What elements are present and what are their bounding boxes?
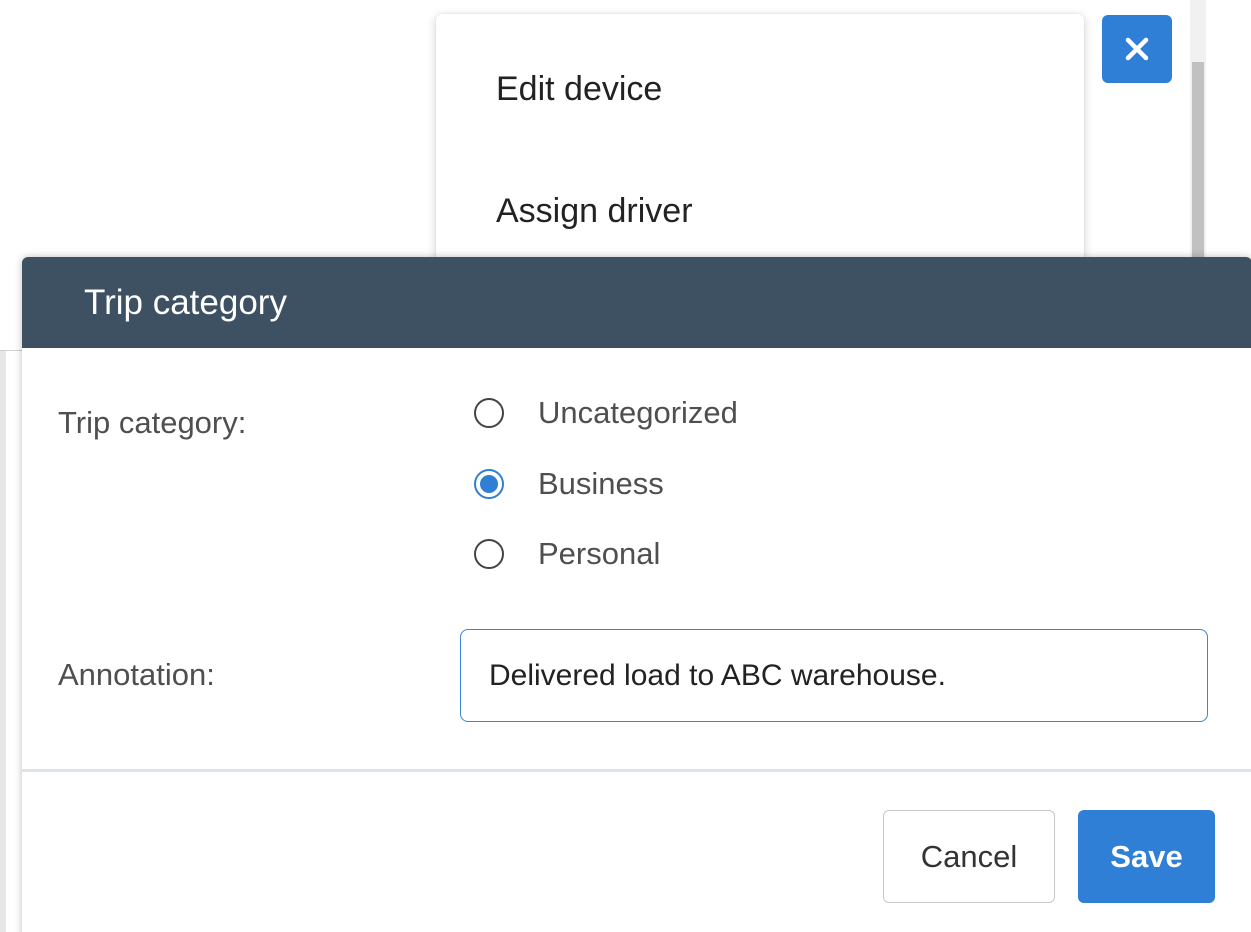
trip-category-label: Trip category:	[58, 405, 247, 440]
menu-item-assign-driver[interactable]: Assign driver	[496, 192, 693, 231]
dialog-header: Trip category	[22, 257, 1251, 348]
annotation-input[interactable]	[460, 629, 1208, 722]
radio-option-uncategorized[interactable]: Uncategorized	[474, 395, 738, 431]
trip-category-dialog: Trip category Trip category: Uncategoriz…	[22, 257, 1251, 932]
annotation-label: Annotation:	[58, 657, 215, 692]
page-scrollbar-thumb[interactable]	[1192, 62, 1204, 262]
radio-button-personal[interactable]	[474, 539, 504, 569]
close-menu-button[interactable]	[1102, 15, 1172, 83]
radio-option-business[interactable]: Business	[474, 466, 664, 502]
cancel-button[interactable]: Cancel	[883, 810, 1055, 903]
dialog-title: Trip category	[84, 283, 287, 322]
save-button[interactable]: Save	[1078, 810, 1215, 903]
menu-item-edit-device[interactable]: Edit device	[496, 70, 662, 109]
radio-label-personal: Personal	[538, 536, 661, 571]
screen: Edit device Assign driver Trip category …	[0, 0, 1251, 932]
radio-label-uncategorized: Uncategorized	[538, 395, 738, 430]
radio-label-business: Business	[538, 466, 664, 501]
close-icon	[1125, 37, 1149, 61]
background-panel-edge	[0, 350, 6, 932]
dialog-footer-divider	[22, 769, 1251, 772]
radio-button-uncategorized[interactable]	[474, 398, 504, 428]
radio-option-personal[interactable]: Personal	[474, 536, 660, 572]
background-divider	[0, 350, 24, 351]
radio-button-business[interactable]	[474, 469, 504, 499]
